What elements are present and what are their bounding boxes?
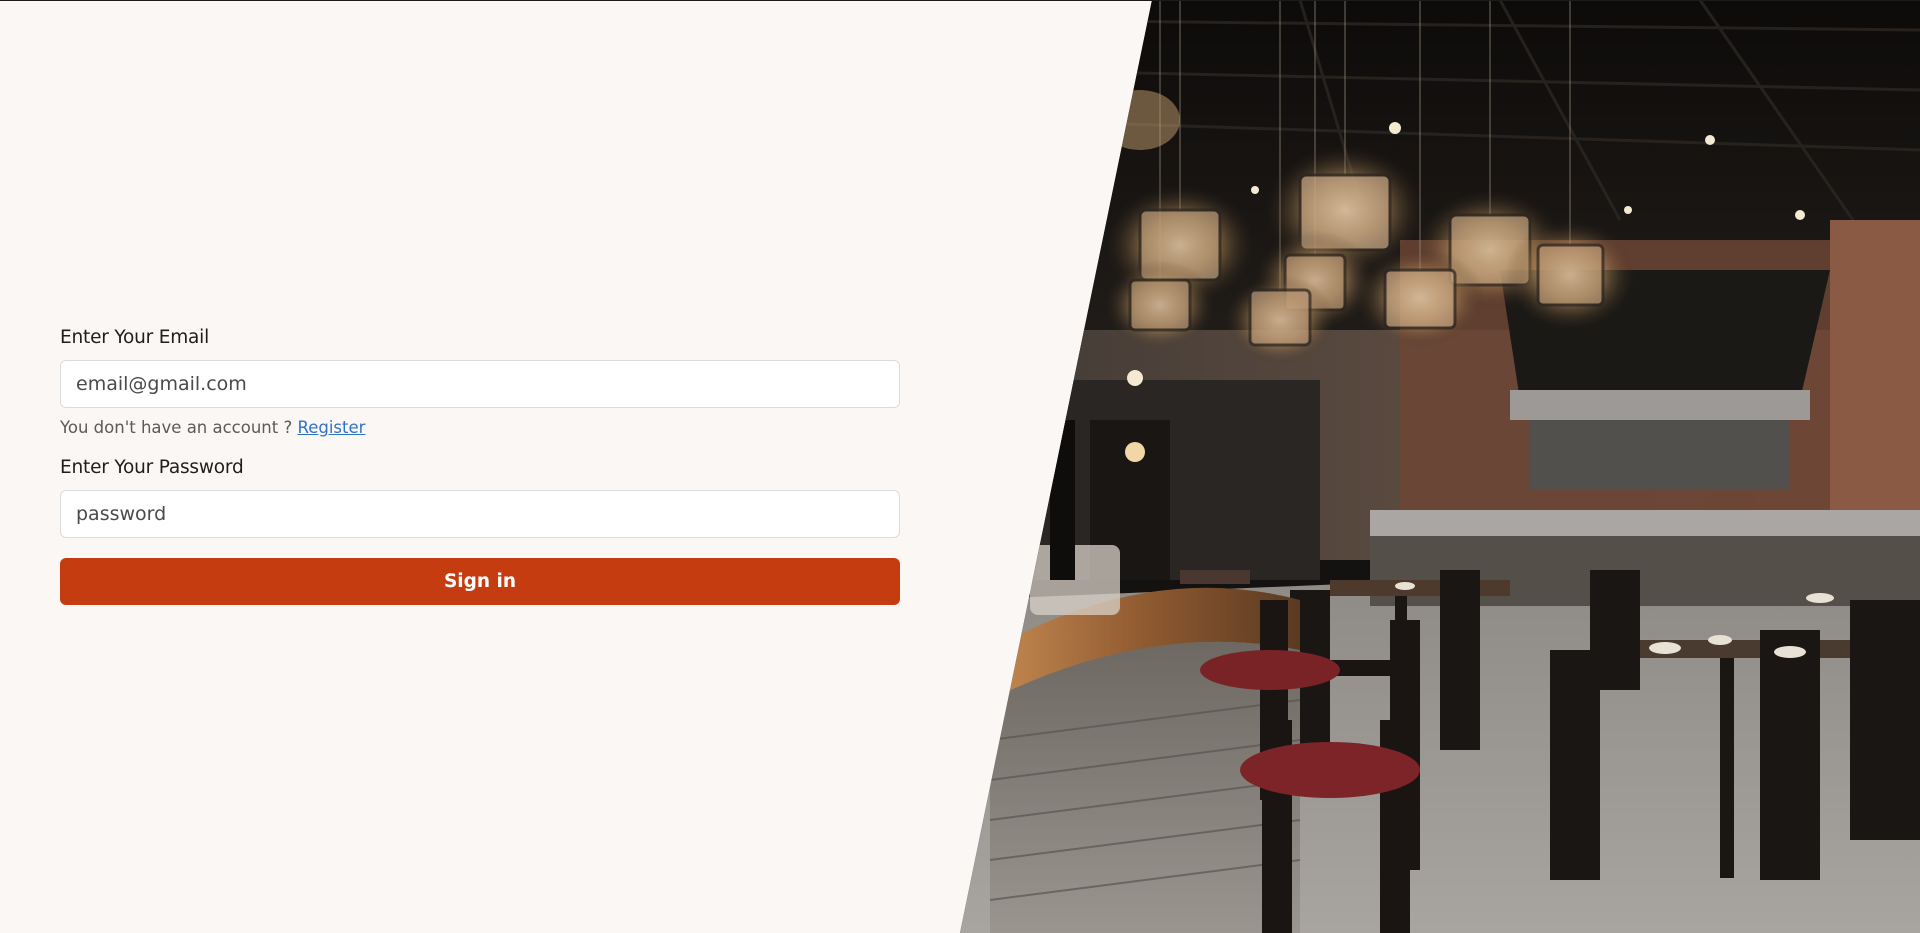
login-page: Enter Your Email You don't have an accou… (0, 0, 1920, 933)
register-hint-text: You don't have an account ? (60, 418, 293, 437)
login-form: Enter Your Email You don't have an accou… (60, 326, 900, 605)
email-label: Enter Your Email (60, 327, 210, 348)
sign-in-button[interactable]: Sign in (60, 558, 900, 605)
register-link[interactable]: Register (298, 418, 366, 437)
top-border (0, 0, 1920, 1)
password-input[interactable] (60, 490, 900, 538)
register-hint: You don't have an account ? Register (60, 417, 900, 439)
password-label: Enter Your Password (60, 457, 244, 478)
email-input[interactable] (60, 360, 900, 408)
